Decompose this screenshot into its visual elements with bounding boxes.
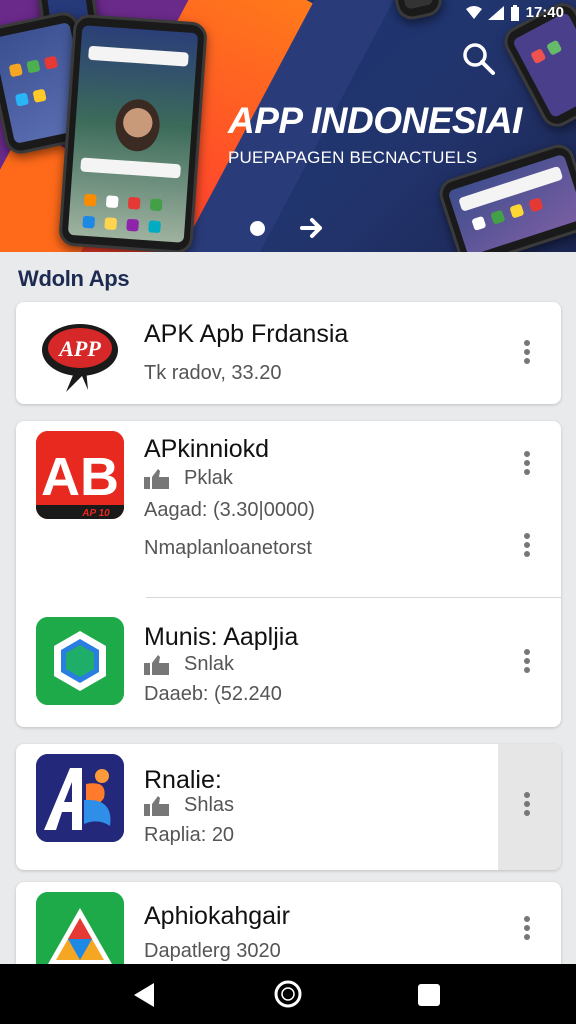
- app-rating-label: Shlas: [184, 794, 235, 816]
- svg-text:AB: AB: [41, 447, 119, 507]
- system-navigation-bar: [0, 964, 576, 1024]
- svg-text:APP: APP: [57, 336, 101, 361]
- app-meta: Nmaplanloanetorst: [144, 537, 312, 559]
- hero-banner[interactable]: 17:40 APP INDONESIAI PUEPAPAGEN BECNACTU…: [0, 0, 576, 252]
- banner-title: APP INDONESIAI: [228, 100, 522, 141]
- app-meta: Daaeb: (52.240: [144, 683, 282, 705]
- ab-red-app-icon: AB AP 10: [36, 431, 124, 519]
- red-warrior-logo-icon: APP: [36, 310, 124, 398]
- carousel-indicator-dot[interactable]: [250, 221, 265, 236]
- app-name: Rnalie:: [144, 766, 222, 794]
- app-card[interactable]: AB AP 10 APkinniokd Pklak Aagad: (3.30|0…: [16, 421, 561, 727]
- more-options-icon[interactable]: [517, 645, 537, 677]
- app-rating-row: Pklak: [144, 467, 233, 490]
- app-name: APK Apb Frdansia: [144, 320, 349, 348]
- home-icon[interactable]: [274, 980, 302, 1008]
- banner-phone-image: [58, 13, 208, 252]
- app-meta: Raplia: 20: [144, 824, 235, 846]
- app-rating-label: Snlak: [184, 653, 235, 675]
- wifi-icon: [465, 5, 482, 19]
- green-hexagon-app-icon: [36, 617, 124, 705]
- banner-subtitle: PUEPAPAGEN BECNACTUELS: [228, 148, 478, 167]
- app-card[interactable]: APP APK Apb Frdansia Tk radov, 33.20: [16, 302, 561, 404]
- banner-phone-image: [391, 0, 445, 23]
- back-icon[interactable]: [132, 982, 156, 1008]
- more-options-icon[interactable]: [517, 912, 537, 944]
- signal-icon: [487, 5, 504, 20]
- app-meta: Dapatlerg 3020: [144, 940, 281, 962]
- app-name: Munis: Aapljia: [144, 623, 299, 651]
- more-options-icon[interactable]: [517, 336, 537, 368]
- section-title: Wdoln Aps: [18, 266, 130, 291]
- more-options-icon[interactable]: [517, 447, 537, 479]
- divider: [146, 597, 561, 598]
- app-card[interactable]: Rnalie: Shlas Raplia: 20: [16, 744, 561, 870]
- app-rating-label: Pklak: [184, 467, 233, 489]
- app-rating-row: Snlak: [144, 653, 234, 676]
- thumbs-up-icon: [144, 468, 169, 489]
- thumbs-up-icon: [144, 654, 169, 675]
- app-meta: Aagad: (3.30|0000): [144, 499, 315, 521]
- app-rating-row: Shlas: [144, 794, 234, 817]
- status-bar: 17:40: [465, 4, 564, 21]
- search-icon[interactable]: [460, 40, 496, 76]
- app-meta: Tk radov, 33.20: [144, 362, 282, 384]
- af-blue-app-icon: [36, 754, 124, 842]
- more-options-icon[interactable]: [517, 529, 537, 561]
- battery-icon: [510, 4, 519, 21]
- app-name: APkinniokd: [144, 435, 270, 463]
- svg-text:AP 10: AP 10: [81, 508, 110, 519]
- arrow-right-icon[interactable]: [300, 216, 326, 240]
- thumbs-up-icon: [144, 795, 169, 816]
- more-options-icon[interactable]: [517, 788, 537, 820]
- recent-apps-icon[interactable]: [418, 984, 440, 1006]
- app-name: Aphiokahgair: [144, 902, 290, 930]
- status-time: 17:40: [525, 4, 564, 21]
